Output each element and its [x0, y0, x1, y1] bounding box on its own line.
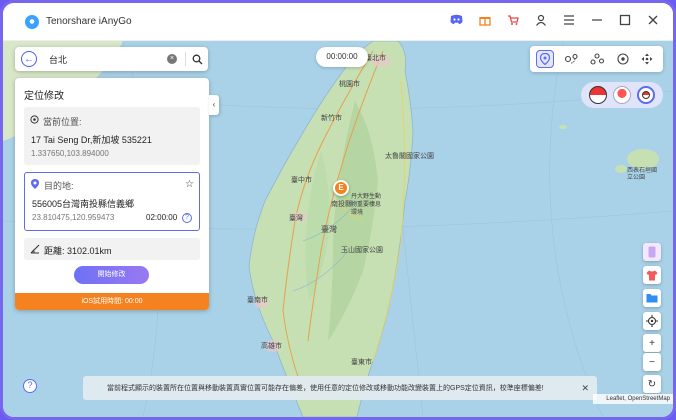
- joystick-icon: [617, 53, 629, 65]
- map-label-hsinchu: 新竹市: [321, 114, 342, 122]
- chevron-left-icon: ‹: [212, 100, 216, 109]
- map-label-hualien-park: 太魯閣國家公園: [385, 152, 434, 160]
- destination-address: 556005台灣南投縣信義鄉: [32, 199, 135, 209]
- target-icon: [30, 115, 39, 124]
- map-label-taiwan: 臺灣: [289, 214, 303, 222]
- folder-icon: [646, 294, 658, 303]
- ruler-icon: [30, 244, 40, 254]
- zoom-in-button[interactable]: +: [643, 334, 661, 352]
- help-button[interactable]: ?: [23, 379, 37, 393]
- destination-box[interactable]: 目的地: ☆ 556005台灣南投縣信義鄉 23.810475,120.9594…: [24, 172, 200, 231]
- refresh-button[interactable]: ↻: [643, 375, 661, 393]
- notice-bar: 當前程式顯示的裝置所在位置與移動裝置真實位置可能存在偏差，使用任意的定位修改或移…: [83, 376, 597, 400]
- clear-search-icon[interactable]: ×: [167, 54, 177, 64]
- locate-button[interactable]: [643, 312, 661, 330]
- teleport-mode-button[interactable]: [536, 50, 554, 68]
- gift-icon[interactable]: [478, 13, 491, 26]
- app-logo-icon: [25, 14, 39, 29]
- crosshair-icon: [646, 315, 658, 327]
- panel-title: 定位修改: [24, 91, 64, 102]
- current-location-box: 當前位置: 17 Tai Seng Dr,新加坡 535221 1.337650…: [24, 107, 200, 165]
- pokeball-icon[interactable]: [589, 86, 607, 104]
- menu-icon[interactable]: [562, 13, 575, 26]
- import-button[interactable]: [643, 289, 661, 307]
- mode-toolbar: [530, 46, 663, 72]
- map-label-yushan-park: 玉山國家公園: [341, 246, 383, 254]
- move-arrows-icon: [641, 53, 653, 65]
- minus-icon: −: [649, 356, 655, 368]
- current-location-label: 當前位置:: [43, 117, 82, 127]
- trial-time-bar: iOS試用時間: 00:00: [15, 293, 209, 310]
- joystick-mode-button[interactable]: [614, 50, 632, 68]
- refresh-icon: ↻: [647, 378, 657, 390]
- minimize-icon[interactable]: [590, 13, 603, 26]
- start-modify-button[interactable]: 開始修改: [74, 266, 149, 284]
- game-toolbar: [581, 82, 663, 108]
- distance-box: 距離: 3102.01km: [24, 238, 200, 260]
- map-label-taichung: 臺中市: [291, 176, 312, 184]
- discord-icon[interactable]: [450, 13, 463, 26]
- search-input[interactable]: 台北: [49, 53, 167, 66]
- move-mode-button[interactable]: [638, 50, 656, 68]
- close-notice-icon[interactable]: ✕: [581, 383, 589, 394]
- help-icon[interactable]: ?: [182, 213, 192, 223]
- search-button[interactable]: [186, 48, 208, 70]
- cart-icon[interactable]: [506, 13, 519, 26]
- distance-text: 距離: 3102.01km: [44, 246, 112, 256]
- phone-icon: [648, 246, 656, 258]
- monster-icon[interactable]: [613, 86, 631, 104]
- teleport-pin-icon: [540, 53, 550, 65]
- user-icon[interactable]: [534, 13, 547, 26]
- current-location-coords: 1.337650,103.894000: [31, 149, 109, 158]
- collapse-panel-button[interactable]: ‹: [209, 95, 219, 115]
- search-bar: ← 台北 ×: [15, 47, 208, 71]
- map-label-island-park: 西表石垣國立公園: [627, 167, 658, 181]
- map-label-tainan: 臺南市: [247, 296, 268, 304]
- plus-icon: +: [649, 337, 655, 349]
- back-button[interactable]: ←: [21, 51, 37, 67]
- back-arrow-icon: ←: [24, 53, 34, 65]
- notice-text: 當前程式顯示的裝置所在位置與移動裝置真實位置可能存在偏差，使用任意的定位修改或移…: [107, 385, 544, 392]
- app-title: Tenorshare iAnyGo: [46, 16, 132, 27]
- location-panel: 定位修改 當前位置: 17 Tai Seng Dr,新加坡 535221 1.3…: [15, 78, 209, 310]
- map-label-taitung: 臺東市: [351, 358, 372, 366]
- map-label-habitat: 丹大野生動物重要棲息環境: [351, 193, 382, 216]
- device-button[interactable]: [643, 243, 661, 261]
- title-bar: Tenorshare iAnyGo: [3, 3, 673, 41]
- destination-label: 目的地:: [44, 181, 74, 191]
- close-icon[interactable]: [646, 13, 659, 26]
- app-window: Tenorshare iAnyGo 臺北市 桃園市 新竹市 臺中市 太魯閣國家公…: [3, 3, 673, 417]
- current-location-address: 17 Tai Seng Dr,新加坡 535221: [31, 135, 152, 145]
- map-label-taipei: 臺北市: [365, 54, 386, 62]
- multi-spot-mode-button[interactable]: [588, 50, 606, 68]
- map-label-kaohsiung: 高雄市: [261, 342, 282, 350]
- search-icon: [192, 54, 202, 64]
- location-pin-icon: [31, 179, 39, 189]
- zoom-out-button[interactable]: −: [643, 353, 661, 371]
- multi-spot-icon: [590, 53, 604, 65]
- destination-marker[interactable]: E: [333, 180, 349, 196]
- marker-label: E: [338, 183, 344, 192]
- app-window-frame: Tenorshare iAnyGo 臺北市 桃園市 新竹市 臺中市 太魯閣國家公…: [0, 0, 676, 420]
- map-label-nantou: 南投縣: [331, 200, 352, 208]
- destination-time: 02:00:00: [146, 213, 178, 222]
- map-label-taoyuan: 桃園市: [339, 80, 360, 88]
- timer-display: 00:00:00: [316, 47, 368, 67]
- two-spot-mode-button[interactable]: [562, 50, 580, 68]
- map-label-taiwan-main: 臺灣: [321, 225, 337, 234]
- two-spot-icon: [564, 53, 578, 64]
- favorite-star-icon[interactable]: ☆: [185, 179, 194, 190]
- game-pin-icon[interactable]: [637, 86, 655, 104]
- tshirt-icon: [646, 270, 658, 280]
- tshirt-button[interactable]: [643, 266, 661, 284]
- map-attribution[interactable]: Leaflet, OpenStreetMap: [593, 394, 673, 404]
- destination-coords: 23.810475,120.959473: [32, 213, 115, 222]
- maximize-icon[interactable]: [618, 13, 631, 26]
